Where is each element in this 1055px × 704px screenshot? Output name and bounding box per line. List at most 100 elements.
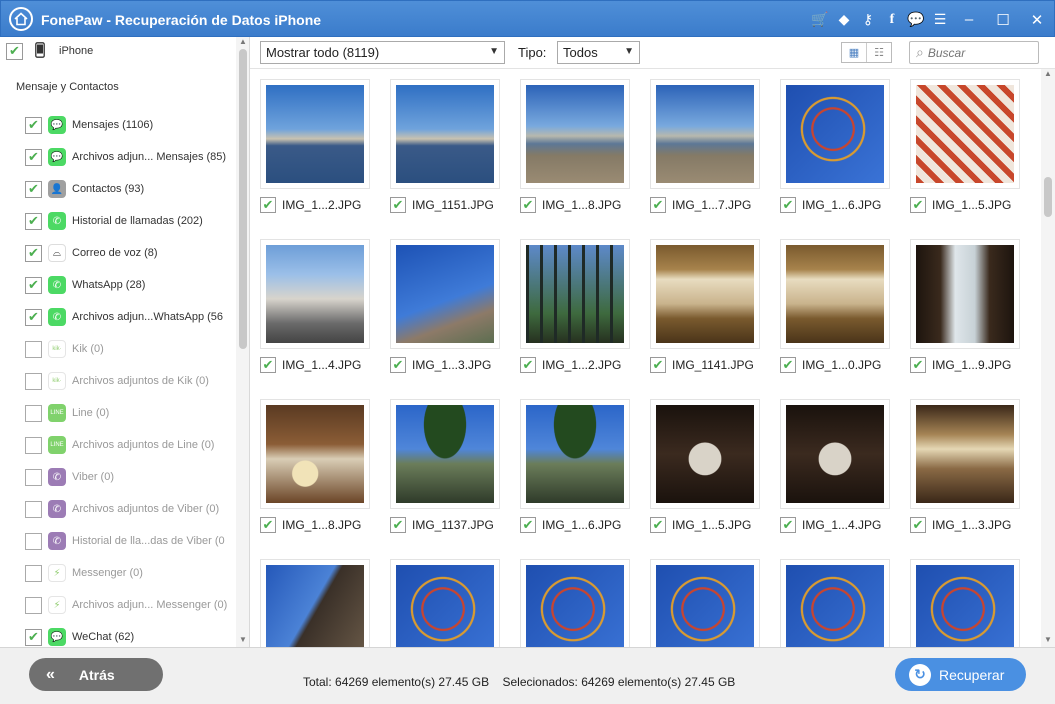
photo-thumbnail[interactable]	[786, 565, 884, 647]
photo-tile[interactable]: ✔ IMG_1...4.JPG	[260, 239, 390, 399]
sidebar-item-checkbox[interactable]	[25, 468, 42, 486]
sidebar-item[interactable]: LINE Line (0)	[0, 397, 236, 429]
photo-checkbox[interactable]: ✔	[910, 197, 926, 213]
photo-frame[interactable]	[260, 79, 370, 189]
photo-checkbox[interactable]: ✔	[520, 197, 536, 213]
photo-frame[interactable]	[520, 559, 630, 647]
filter-dropdown[interactable]: Mostrar todo (8119) ▼	[260, 41, 505, 64]
photo-frame[interactable]	[390, 559, 500, 647]
sidebar-item-checkbox[interactable]	[25, 404, 42, 422]
sidebar-item-checkbox[interactable]	[25, 340, 42, 358]
photo-checkbox[interactable]: ✔	[260, 517, 276, 533]
photo-tile[interactable]	[390, 559, 520, 647]
type-dropdown[interactable]: Todos ▼	[557, 41, 640, 64]
minimize-button[interactable]: –	[953, 9, 985, 31]
photo-checkbox[interactable]: ✔	[650, 357, 666, 373]
scroll-up-icon[interactable]: ▲	[1044, 69, 1052, 78]
photo-thumbnail[interactable]	[916, 565, 1014, 647]
photo-tile[interactable]: ✔ IMG_1...9.JPG	[910, 239, 1040, 399]
sidebar-item-checkbox[interactable]	[25, 500, 42, 518]
photo-thumbnail[interactable]	[526, 565, 624, 647]
photo-frame[interactable]	[780, 239, 890, 349]
photo-checkbox[interactable]: ✔	[390, 357, 406, 373]
photo-tile[interactable]: ✔ IMG_1151.JPG	[390, 79, 520, 239]
photo-tile[interactable]: ✔ IMG_1...2.JPG	[260, 79, 390, 239]
sidebar-item-checkbox[interactable]: ✔	[25, 308, 42, 326]
photo-frame[interactable]	[780, 399, 890, 509]
sidebar-item[interactable]: ✔ ⌓ Correo de voz (8)	[0, 237, 236, 269]
photo-tile[interactable]: ✔ IMG_1141.JPG	[650, 239, 780, 399]
photo-checkbox[interactable]: ✔	[780, 197, 796, 213]
sidebar-item[interactable]: ✔ 💬 WeChat (62)	[0, 621, 236, 647]
photo-checkbox[interactable]: ✔	[910, 357, 926, 373]
home-icon[interactable]	[9, 7, 33, 31]
facebook-icon[interactable]: f	[881, 9, 903, 31]
photo-frame[interactable]	[520, 79, 630, 189]
photo-checkbox[interactable]: ✔	[910, 517, 926, 533]
photo-tile[interactable]: ✔ IMG_1...6.JPG	[520, 399, 650, 559]
photo-thumbnail[interactable]	[266, 405, 364, 503]
photo-thumbnail[interactable]	[396, 405, 494, 503]
photo-frame[interactable]	[910, 79, 1020, 189]
sidebar-scrollbar[interactable]: ▲ ▼	[236, 37, 249, 647]
photo-tile[interactable]	[260, 559, 390, 647]
photo-frame[interactable]	[780, 559, 890, 647]
sidebar-item-checkbox[interactable]: ✔	[25, 244, 42, 262]
maximize-button[interactable]: ☐	[987, 9, 1019, 31]
sidebar-item[interactable]: ✆ Historial de lla...das de Viber (0	[0, 525, 236, 557]
grid-scroll-thumb[interactable]	[1044, 177, 1052, 217]
photo-frame[interactable]	[650, 559, 760, 647]
close-button[interactable]: ✕	[1021, 9, 1053, 31]
photo-tile[interactable]: ✔ IMG_1...0.JPG	[780, 239, 910, 399]
photo-checkbox[interactable]: ✔	[520, 517, 536, 533]
photo-frame[interactable]	[390, 399, 500, 509]
sidebar-item-checkbox[interactable]	[25, 596, 42, 614]
photo-frame[interactable]	[260, 399, 370, 509]
sidebar-item[interactable]: ⚡ Archivos adjun... Messenger (0)	[0, 589, 236, 621]
photo-thumbnail[interactable]	[526, 85, 624, 183]
search-box[interactable]: ⌕	[909, 41, 1039, 64]
photo-tile[interactable]	[520, 559, 650, 647]
photo-tile[interactable]: ✔ IMG_1...3.JPG	[390, 239, 520, 399]
photo-checkbox[interactable]: ✔	[650, 517, 666, 533]
sidebar-item-checkbox[interactable]: ✔	[25, 276, 42, 294]
photo-frame[interactable]	[650, 239, 760, 349]
photo-frame[interactable]	[910, 399, 1020, 509]
sidebar-item[interactable]: ⚡ Messenger (0)	[0, 557, 236, 589]
photo-tile[interactable]: ✔ IMG_1...4.JPG	[780, 399, 910, 559]
photo-frame[interactable]	[520, 239, 630, 349]
photo-thumbnail[interactable]	[656, 245, 754, 343]
grid-scrollbar[interactable]: ▲ ▼	[1041, 69, 1055, 647]
photo-frame[interactable]	[390, 79, 500, 189]
back-button[interactable]: « Atrás	[29, 658, 163, 691]
sidebar-item[interactable]: ✔ ✆ Archivos adjun...WhatsApp (56	[0, 301, 236, 333]
sidebar-item[interactable]: LINE Archivos adjuntos de Line (0)	[0, 429, 236, 461]
photo-thumbnail[interactable]	[786, 85, 884, 183]
photo-frame[interactable]	[390, 239, 500, 349]
sidebar-item[interactable]: ✔ ✆ Historial de llamadas (202)	[0, 205, 236, 237]
device-row[interactable]: ✔ iPhone	[0, 37, 236, 65]
photo-frame[interactable]	[650, 79, 760, 189]
photo-tile[interactable]: ✔ IMG_1...7.JPG	[650, 79, 780, 239]
sidebar-item[interactable]: ✔ 💬 Archivos adjun... Mensajes (85)	[0, 141, 236, 173]
photo-thumbnail[interactable]	[526, 245, 624, 343]
photo-tile[interactable]	[780, 559, 910, 647]
sidebar-item[interactable]: kik· Kik (0)	[0, 333, 236, 365]
sidebar-item[interactable]: ✆ Archivos adjuntos de Viber (0)	[0, 493, 236, 525]
feedback-icon[interactable]: ☰	[929, 9, 951, 31]
sidebar-scroll-thumb[interactable]	[239, 49, 247, 349]
photo-tile[interactable]	[650, 559, 780, 647]
photo-checkbox[interactable]: ✔	[390, 517, 406, 533]
sidebar-item-checkbox[interactable]	[25, 564, 42, 582]
photo-checkbox[interactable]: ✔	[650, 197, 666, 213]
photo-tile[interactable]: ✔ IMG_1...5.JPG	[650, 399, 780, 559]
photo-thumbnail[interactable]	[656, 405, 754, 503]
photo-frame[interactable]	[650, 399, 760, 509]
sidebar-item-checkbox[interactable]: ✔	[25, 148, 42, 166]
photo-tile[interactable]: ✔ IMG_1137.JPG	[390, 399, 520, 559]
list-view-icon[interactable]: ☷	[866, 43, 891, 62]
photo-frame[interactable]	[780, 79, 890, 189]
scroll-down-icon[interactable]: ▼	[1044, 635, 1052, 644]
photo-frame[interactable]	[910, 239, 1020, 349]
photo-thumbnail[interactable]	[656, 565, 754, 647]
